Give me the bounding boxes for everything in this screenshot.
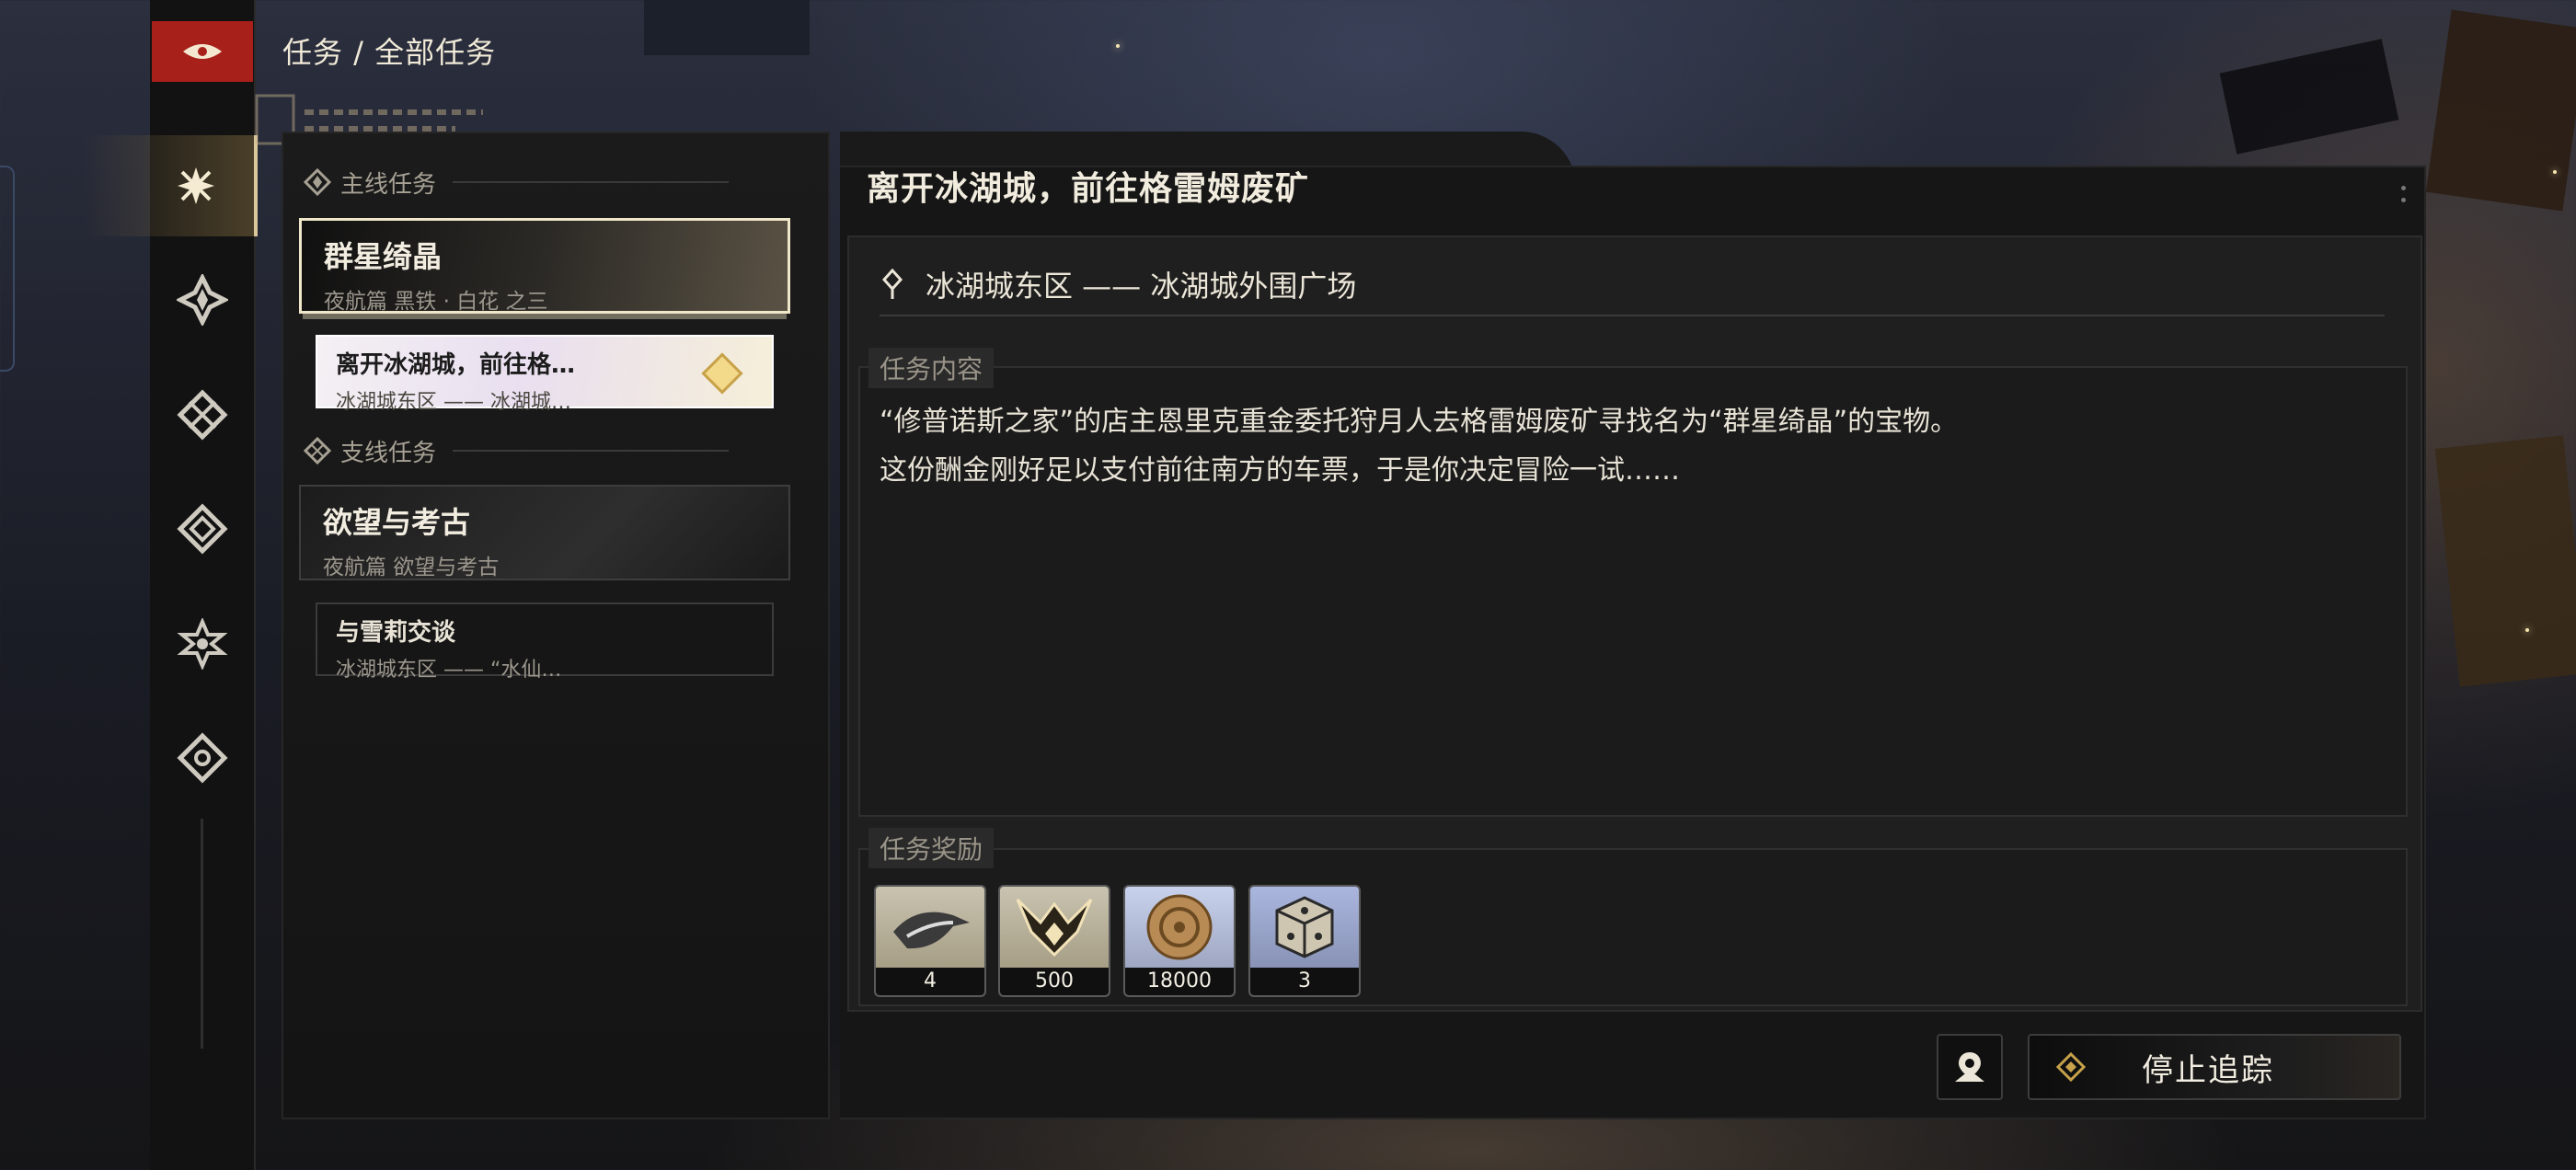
sidebar-item-main-quests[interactable] <box>150 249 254 350</box>
location-pin-icon <box>881 269 903 299</box>
quest-description: “修普诺斯之家”的店主恩里克重金委托狩月人去格雷姆废矿寻找名为“群星绮晶”的宝物… <box>880 397 2370 495</box>
subquest-location: 冰湖城东区 —— “水仙… <box>336 659 562 682</box>
edge-frame <box>0 166 15 372</box>
background-star <box>2553 170 2557 174</box>
reward-item[interactable]: 18000 <box>1123 885 1236 997</box>
side-quest-icon <box>176 389 228 441</box>
more-options-icon[interactable] <box>2401 186 2407 210</box>
main-quest-section-label: 主线任务 <box>340 170 437 199</box>
background-star <box>1116 44 1120 48</box>
quest-detail-title: 离开冰湖城，前往格雷姆废矿 <box>867 170 1310 208</box>
quest-location-text: 冰湖城东区 —— 冰湖城外围广场 <box>926 269 1357 304</box>
quest-title: 欲望与考古 <box>323 505 471 540</box>
background-shard <box>2425 9 2576 212</box>
reward-item[interactable]: 500 <box>998 885 1110 997</box>
sidebar-item-event-quests[interactable] <box>150 593 254 694</box>
horned-emblem-icon <box>1000 887 1109 968</box>
quest-subtitle: 夜航篇 欲望与考古 <box>323 556 500 579</box>
stop-tracking-label: 停止追踪 <box>2142 1051 2274 1089</box>
quest-card-main[interactable]: 群星绮晶 夜航篇 黑铁 · 白花 之三 <box>299 218 790 314</box>
reward-quantity: 4 <box>876 968 984 995</box>
quest-title: 群星绮晶 <box>324 239 443 274</box>
side-quest-section-icon <box>304 437 331 465</box>
background-shard <box>2434 435 2576 687</box>
coin-icon <box>1125 887 1234 968</box>
background-star <box>2525 628 2529 632</box>
daily-quest-icon <box>176 732 228 784</box>
sidebar-item-all-quests[interactable] <box>83 135 258 236</box>
character-quest-icon <box>176 503 228 555</box>
breadcrumb: 任务 / 全部任务 <box>282 35 497 70</box>
background-shard <box>644 0 810 55</box>
stop-tracking-button[interactable]: 停止追踪 <box>2028 1034 2401 1100</box>
locate-on-map-button[interactable] <box>1937 1034 2003 1100</box>
quest-description-line: 这份酬金刚好足以支付前往南方的车票，于是你决定冒险一试…… <box>880 454 1680 487</box>
quest-location: 冰湖城东区 —— 冰湖城外围广场 <box>881 263 1356 305</box>
section-divider <box>453 450 730 452</box>
background-shard <box>2219 39 2399 155</box>
side-quest-section-header: 支线任务 <box>304 432 730 469</box>
reward-quantity: 18000 <box>1125 968 1234 995</box>
reward-quantity: 3 <box>1250 968 1359 995</box>
dice-cube-icon <box>1250 887 1359 968</box>
quest-subtitle: 夜航篇 黑铁 · 白花 之三 <box>324 290 548 314</box>
back-button[interactable] <box>152 21 253 82</box>
subquest-location: 冰湖城东区 —— 冰湖城… <box>336 391 571 414</box>
side-quest-section-label: 支线任务 <box>340 439 437 467</box>
tracking-diamond-icon <box>2055 1051 2087 1083</box>
sidebar-item-daily-quests[interactable] <box>150 707 254 809</box>
sidebar-item-character-quests[interactable] <box>150 478 254 579</box>
map-location-icon <box>1955 1052 1984 1082</box>
subquest-title: 离开冰湖城，前往格… <box>336 351 576 379</box>
subquest-card-side[interactable]: 与雪莉交谈 冰湖城东区 —— “水仙… <box>316 602 774 682</box>
quest-card-side[interactable]: 欲望与考古 夜航篇 欲望与考古 <box>299 485 790 580</box>
all-quests-icon <box>178 167 214 204</box>
bird-item-icon <box>876 887 984 968</box>
main-quest-icon <box>176 274 228 326</box>
quest-content-label: 任务内容 <box>868 348 995 388</box>
sidebar-divider <box>201 819 203 1049</box>
main-quest-section-header: 主线任务 <box>304 164 730 201</box>
main-quest-section-icon <box>304 168 331 196</box>
subquest-title: 与雪莉交谈 <box>336 619 456 647</box>
back-arrow-icon <box>183 44 222 59</box>
quest-reward-label: 任务奖励 <box>868 828 995 868</box>
reward-item[interactable]: 4 <box>874 885 986 997</box>
quest-description-line: “修普诺斯之家”的店主恩里克重金委托狩月人去格雷姆废矿寻找名为“群星绮晶”的宝物… <box>880 406 1959 438</box>
sidebar-item-side-quests[interactable] <box>150 364 254 465</box>
subquest-card-main[interactable]: 离开冰湖城，前往格… 冰湖城东区 —— 冰湖城… <box>316 335 774 414</box>
reward-item[interactable]: 3 <box>1248 885 1361 997</box>
location-divider <box>880 315 2385 316</box>
section-divider <box>453 181 730 183</box>
reward-quantity: 500 <box>1000 968 1109 995</box>
event-quest-icon <box>176 618 228 670</box>
